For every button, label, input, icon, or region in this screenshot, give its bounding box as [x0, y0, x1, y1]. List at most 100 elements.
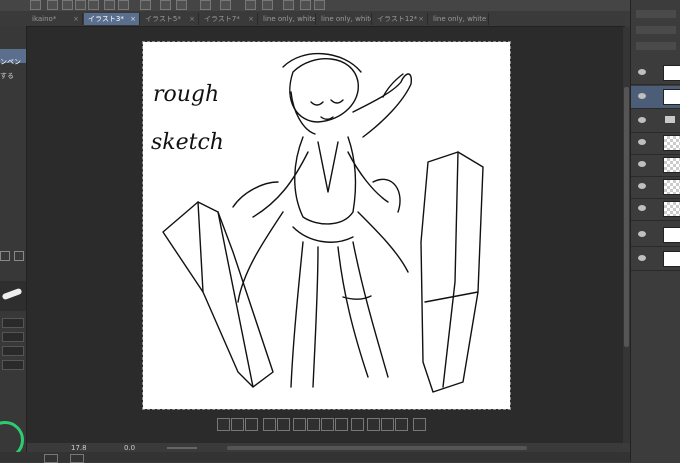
layer-thumbnail: [663, 157, 680, 173]
stabilization-field[interactable]: [2, 346, 24, 356]
tab-illust12[interactable]: イラスト12* ×: [373, 13, 428, 25]
tab-label: line only, white: [321, 15, 372, 23]
transform-icon[interactable]: [160, 0, 171, 10]
brush-size-field[interactable]: [2, 318, 24, 328]
deselect-icon[interactable]: [176, 0, 187, 10]
shrink-icon[interactable]: [277, 418, 290, 431]
layer-thumbnail: [663, 179, 680, 195]
layer-thumbnail: [663, 201, 680, 217]
scroll-thumb[interactable]: [624, 87, 629, 347]
opacity-slider[interactable]: [636, 42, 676, 50]
snap-icon[interactable]: [300, 0, 311, 10]
tab-label: イラスト7*: [204, 15, 240, 23]
ruler-icon-3[interactable]: [283, 0, 294, 10]
selected-subtool[interactable]: ンペン: [0, 49, 26, 66]
tab-label: イラスト3*: [88, 15, 124, 23]
eye-icon[interactable]: [638, 205, 646, 211]
layer-row[interactable]: [631, 154, 680, 177]
paste-icon[interactable]: [335, 418, 348, 431]
select-all-icon[interactable]: [200, 0, 211, 10]
eye-icon[interactable]: [638, 139, 646, 145]
new-icon[interactable]: [62, 0, 73, 10]
drawing-canvas[interactable]: rough sketch: [142, 41, 511, 410]
copy-icon[interactable]: [321, 418, 334, 431]
tab-label: イラスト5*: [145, 15, 181, 23]
layer-thumbnail: [663, 89, 680, 105]
settings-icon[interactable]: [413, 418, 426, 431]
tool-property-panel: ンペン する: [0, 26, 27, 462]
brush-preview: [0, 281, 26, 311]
layer-folder[interactable]: [631, 110, 680, 133]
layer-thumbnail: [663, 135, 680, 151]
eye-icon[interactable]: [638, 231, 646, 237]
eye-icon[interactable]: [638, 183, 646, 189]
tool-icon[interactable]: [30, 0, 41, 10]
opacity-field[interactable]: [2, 332, 24, 342]
clear-icon[interactable]: [140, 0, 151, 10]
blend-mode-select[interactable]: [636, 26, 676, 34]
aa-field[interactable]: [2, 360, 24, 370]
pattern-icon[interactable]: [395, 418, 408, 431]
brush-stroke-icon: [1, 287, 23, 301]
eye-icon[interactable]: [638, 69, 646, 75]
subtool-label-2: する: [0, 72, 14, 80]
deselect-icon[interactable]: [217, 418, 230, 431]
eye-icon[interactable]: [638, 161, 646, 167]
top-toolbar: [0, 0, 680, 11]
cut-icon[interactable]: [351, 418, 364, 431]
layer-row[interactable]: [631, 132, 680, 155]
close-icon[interactable]: ×: [418, 13, 424, 25]
layer-row[interactable]: [631, 224, 680, 247]
tab-line-only-2[interactable]: line only, white: [317, 13, 372, 25]
crop-icon[interactable]: [231, 418, 244, 431]
tab-label: line only, white: [263, 15, 316, 23]
layer-row[interactable]: [631, 198, 680, 221]
vertical-scrollbar[interactable]: [623, 27, 630, 443]
eye-icon[interactable]: [638, 117, 646, 123]
horizontal-scrollbar[interactable]: [227, 446, 527, 450]
redo-icon[interactable]: [118, 0, 129, 10]
tab-illust5[interactable]: イラスト5* ×: [141, 13, 199, 25]
layer-row-active[interactable]: [631, 86, 680, 109]
ruler-icon-1[interactable]: [245, 0, 256, 10]
add-icon[interactable]: [0, 251, 10, 261]
scale-icon[interactable]: [307, 418, 320, 431]
tab-label: line only, white: [433, 15, 487, 23]
close-icon[interactable]: ×: [189, 13, 195, 25]
layer-row[interactable]: [631, 176, 680, 199]
subtool-label: ンペン: [0, 58, 21, 66]
tab-label: イラスト12*: [377, 15, 418, 23]
sketch-label: sketch: [151, 130, 224, 155]
close-icon[interactable]: ×: [248, 13, 254, 25]
tab-illust3[interactable]: イラスト3* ×: [84, 13, 140, 25]
layer-thumbnail: [663, 65, 680, 81]
bucket-icon[interactable]: [381, 418, 394, 431]
trash-icon[interactable]: [14, 251, 24, 261]
open-icon[interactable]: [75, 0, 86, 10]
tab-line-only-1[interactable]: line only, white: [259, 13, 316, 25]
tab-illust7[interactable]: イラスト7* ×: [200, 13, 258, 25]
fill-icon[interactable]: [367, 418, 380, 431]
rough-label: rough: [153, 82, 220, 107]
layer-row[interactable]: [631, 62, 680, 85]
settings-icon[interactable]: [47, 0, 58, 10]
undo-icon[interactable]: [104, 0, 115, 10]
save-icon[interactable]: [88, 0, 99, 10]
eye-icon[interactable]: [638, 93, 646, 99]
expand-icon[interactable]: [263, 418, 276, 431]
invert-icon[interactable]: [220, 0, 231, 10]
help-icon[interactable]: [314, 0, 325, 10]
zoom-slider[interactable]: [167, 447, 197, 449]
ruler-icon-2[interactable]: [262, 0, 273, 10]
close-icon[interactable]: ×: [130, 13, 136, 25]
layer-row[interactable]: [631, 248, 680, 271]
tab-ikaino[interactable]: ikaino* ×: [28, 13, 83, 25]
layer-panel: [630, 0, 680, 462]
layer-thumbnail: [663, 227, 680, 243]
folder-icon: [665, 116, 675, 123]
close-icon[interactable]: ×: [73, 13, 79, 25]
tab-line-only-3[interactable]: line only, white: [429, 13, 489, 25]
transform-icon[interactable]: [293, 418, 306, 431]
eye-icon[interactable]: [638, 255, 646, 261]
invert-icon[interactable]: [245, 418, 258, 431]
